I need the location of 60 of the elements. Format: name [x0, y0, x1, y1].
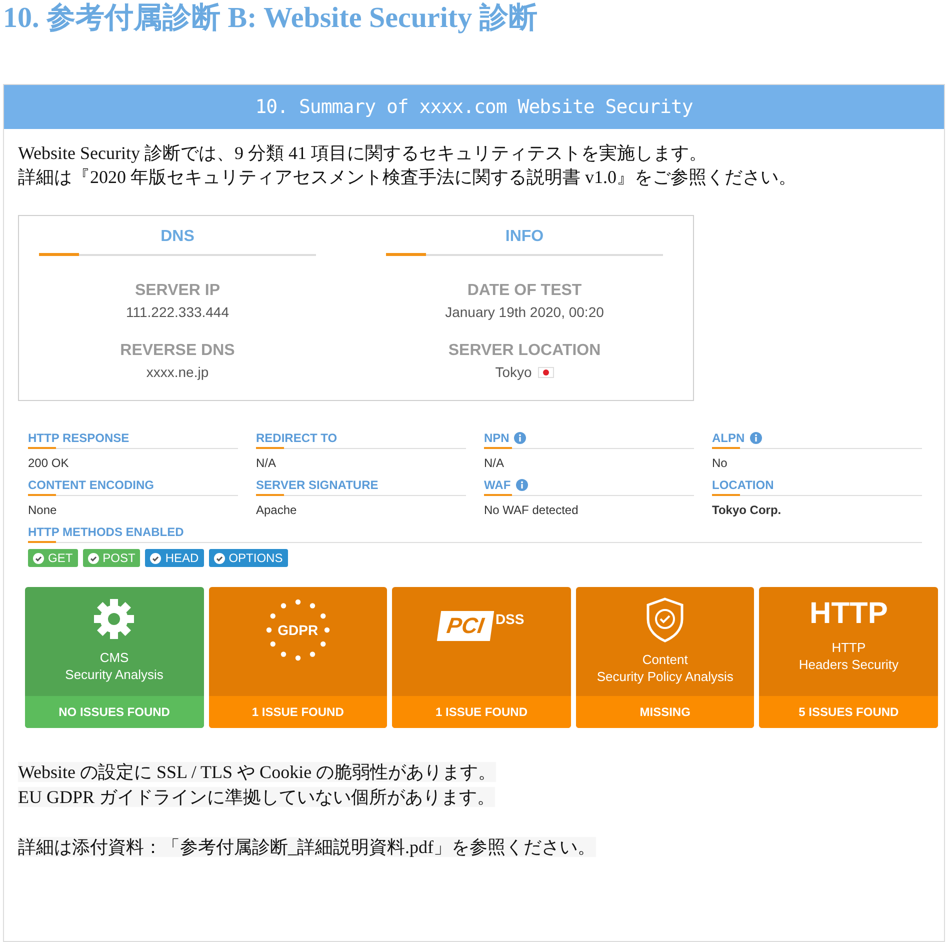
panel-header: 10. Summary of xxxx.com Website Security [4, 85, 944, 129]
field-value: xxxx.ne.jp [146, 364, 209, 380]
flag-icon [538, 366, 554, 378]
intro-text: 詳細は『2020 年版セキュリティアセスメント検査手法に関する説明書 v1.0』をご参照ください。 [18, 166, 798, 189]
tile-title: HTTP Headers Security [798, 639, 899, 673]
tile-status: NO ISSUES FOUND [25, 696, 204, 728]
detail-label: SERVER SIGNATURE [256, 478, 378, 492]
check-icon [214, 552, 225, 564]
detail-label: HTTP METHODS ENABLED [28, 525, 184, 539]
tile-status: 1 ISSUE FOUND [208, 696, 388, 728]
section-heading: DNS [39, 228, 316, 256]
gdpr-logo: GDPR [278, 622, 318, 638]
detail-label: LOCATION [712, 478, 774, 492]
detail-label: REDIRECT TO [256, 431, 338, 445]
method-badge: OPTIONS [208, 549, 288, 567]
reference-text: 詳細は添付資料：「参考付属診断_詳細説明資料.pdf」を参照ください。 [18, 837, 596, 857]
detail-label: WAF [484, 478, 511, 492]
info-icon [750, 432, 762, 444]
detail-value: N/A [484, 456, 506, 470]
tile-title: CMS Security Analysis [65, 649, 164, 683]
intro-text: Website Security 診断では、9 分類 41 項目に関するセキュリティテストを実施します。 [18, 142, 708, 165]
check-icon [33, 552, 44, 564]
field-label: DATE OF TEST [467, 282, 582, 300]
pci-logo: PCI [436, 611, 494, 641]
field-label: SERVER LOCATION [448, 342, 601, 360]
method-badge: POST [82, 549, 140, 567]
page-title: 10. 参考付属診断 B: Website Security 診断 [2, 1, 538, 36]
http-logo: HTTP [810, 597, 888, 631]
detail-value: No [712, 456, 728, 470]
field-label: SERVER IP [134, 282, 220, 300]
section-heading: INFO [386, 228, 663, 256]
field-value: Tokyo [495, 364, 532, 380]
tile-status: MISSING [576, 696, 754, 728]
detail-label: HTTP RESPONSE [28, 431, 130, 445]
check-icon [88, 552, 99, 564]
finding-text: EU GDPR ガイドラインに準拠していない個所があります。 [18, 787, 496, 807]
field-value: 111.222.333.444 [126, 304, 230, 320]
shield-icon [645, 597, 686, 643]
field-value: January 19th 2020, 00:20 [445, 304, 604, 320]
tile-status: 5 ISSUES FOUND [759, 696, 938, 728]
detail-value: N/A [256, 456, 278, 470]
detail-label: NPN [484, 431, 510, 445]
detail-value: Tokyo Corp. [712, 503, 782, 517]
gear-icon [92, 597, 136, 641]
detail-label: ALPN [712, 431, 745, 445]
detail-label: CONTENT ENCODING [28, 478, 154, 492]
tile-title: Content Security Policy Analysis [596, 651, 734, 685]
detail-value: None [28, 503, 58, 517]
finding-text: Website の設定に SSL / TLS や Cookie の脆弱性があります。 [18, 762, 496, 782]
info-icon [516, 479, 528, 491]
field-label: REVERSE DNS [120, 342, 235, 360]
detail-value: Apache [256, 503, 298, 517]
info-icon [514, 432, 526, 444]
check-icon [150, 552, 162, 564]
detail-value: 200 OK [28, 456, 70, 470]
method-badge: GET [28, 549, 78, 567]
method-badge: HEAD [145, 549, 204, 567]
detail-value: No WAF detected [484, 503, 580, 517]
dss-logo: DSS [495, 611, 524, 627]
tile-status: 1 ISSUE FOUND [392, 696, 571, 728]
